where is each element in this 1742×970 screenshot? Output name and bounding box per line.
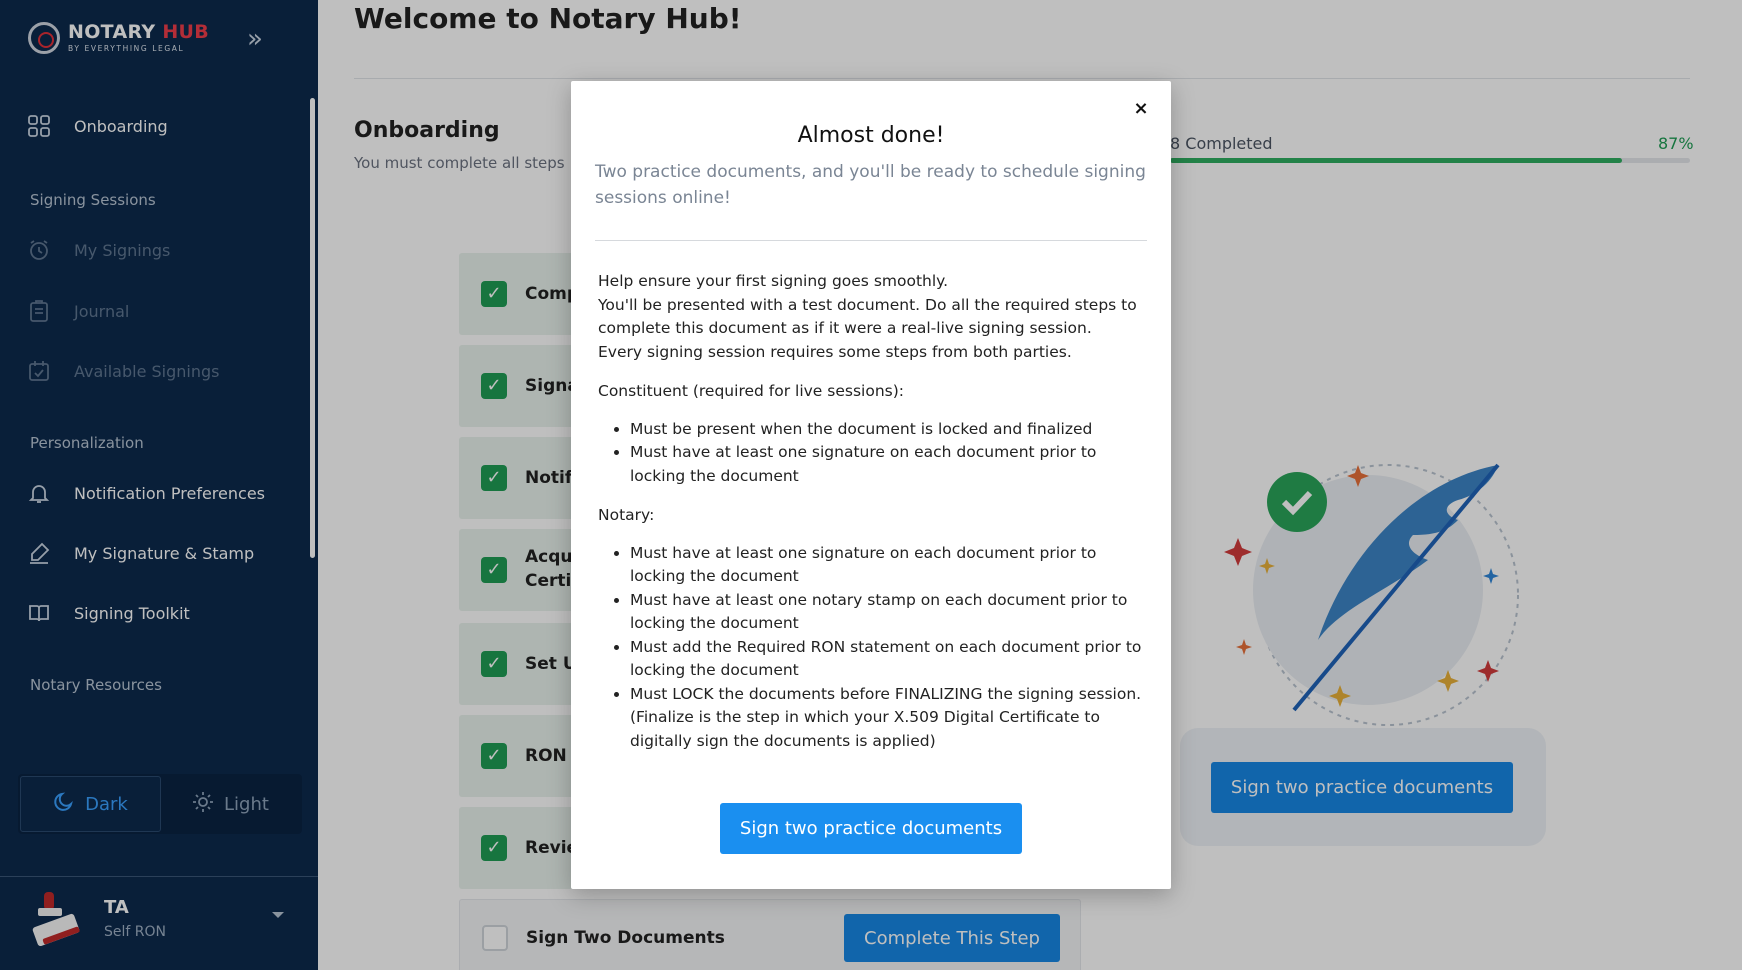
- constituent-list: Must be present when the document is loc…: [630, 418, 1148, 489]
- close-icon[interactable]: ×: [1127, 95, 1155, 123]
- modal-title: Almost done!: [797, 123, 945, 148]
- constituent-heading: Constituent (required for live sessions)…: [598, 382, 904, 400]
- list-item: Must add the Required RON statement on e…: [630, 636, 1148, 683]
- list-item: Must be present when the document is loc…: [630, 418, 1148, 442]
- almost-done-modal: × Almost done! Two practice documents, a…: [571, 81, 1171, 889]
- modal-subtitle: Two practice documents, and you'll be re…: [595, 162, 1146, 208]
- list-item: Must LOCK the documents before FINALIZIN…: [630, 683, 1148, 754]
- notary-heading: Notary:: [598, 506, 655, 524]
- sign-two-practice-documents-button[interactable]: Sign two practice documents: [720, 803, 1022, 854]
- notary-list: Must have at least one signature on each…: [630, 542, 1148, 754]
- intro-line: Help ensure your first signing goes smoo…: [598, 272, 949, 290]
- modal-body: Help ensure your first signing goes smoo…: [598, 270, 1148, 753]
- intro-line: Every signing session requires some step…: [598, 342, 1072, 361]
- modal-divider: [595, 240, 1147, 241]
- intro-line: You'll be presented with a test document…: [598, 295, 1137, 338]
- list-item: Must have at least one notary stamp on e…: [630, 589, 1148, 636]
- list-item: Must have at least one signature on each…: [630, 542, 1148, 589]
- list-item: Must have at least one signature on each…: [630, 441, 1148, 488]
